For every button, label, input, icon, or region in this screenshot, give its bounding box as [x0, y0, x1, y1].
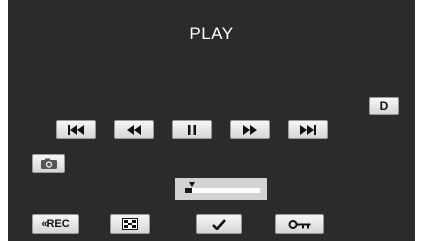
index-button[interactable]	[110, 214, 150, 234]
pause-icon	[188, 124, 196, 135]
slider-fill	[185, 188, 192, 193]
d-button-label: D	[379, 99, 389, 113]
snapshot-button[interactable]	[32, 154, 65, 173]
slider-thumb[interactable]	[189, 182, 195, 187]
index-grid-icon	[122, 218, 138, 230]
protect-button[interactable]	[275, 214, 324, 234]
skip-back-button[interactable]	[56, 120, 96, 139]
playback-position-slider[interactable]	[175, 178, 267, 200]
rewind-icon	[127, 124, 141, 135]
rec-mode-button[interactable]: « REC	[32, 214, 79, 234]
rewind-button[interactable]	[114, 120, 154, 139]
slider-track	[185, 188, 260, 193]
checkmark-icon	[212, 218, 226, 230]
fast-forward-button[interactable]	[230, 120, 270, 139]
skip-forward-icon	[300, 124, 316, 135]
camera-icon	[40, 158, 57, 169]
skip-forward-button[interactable]	[288, 120, 328, 139]
skip-back-icon	[68, 124, 84, 135]
playback-screen: PLAY D « REC	[8, 0, 415, 241]
rec-button-label: REC	[46, 218, 70, 230]
chevron-left-icon: «	[41, 218, 47, 230]
page-title: PLAY	[189, 24, 234, 43]
d-button[interactable]: D	[369, 97, 399, 115]
fast-forward-icon	[243, 124, 257, 135]
pause-button[interactable]	[172, 120, 212, 139]
ok-button[interactable]	[196, 214, 242, 234]
key-icon	[288, 219, 310, 229]
